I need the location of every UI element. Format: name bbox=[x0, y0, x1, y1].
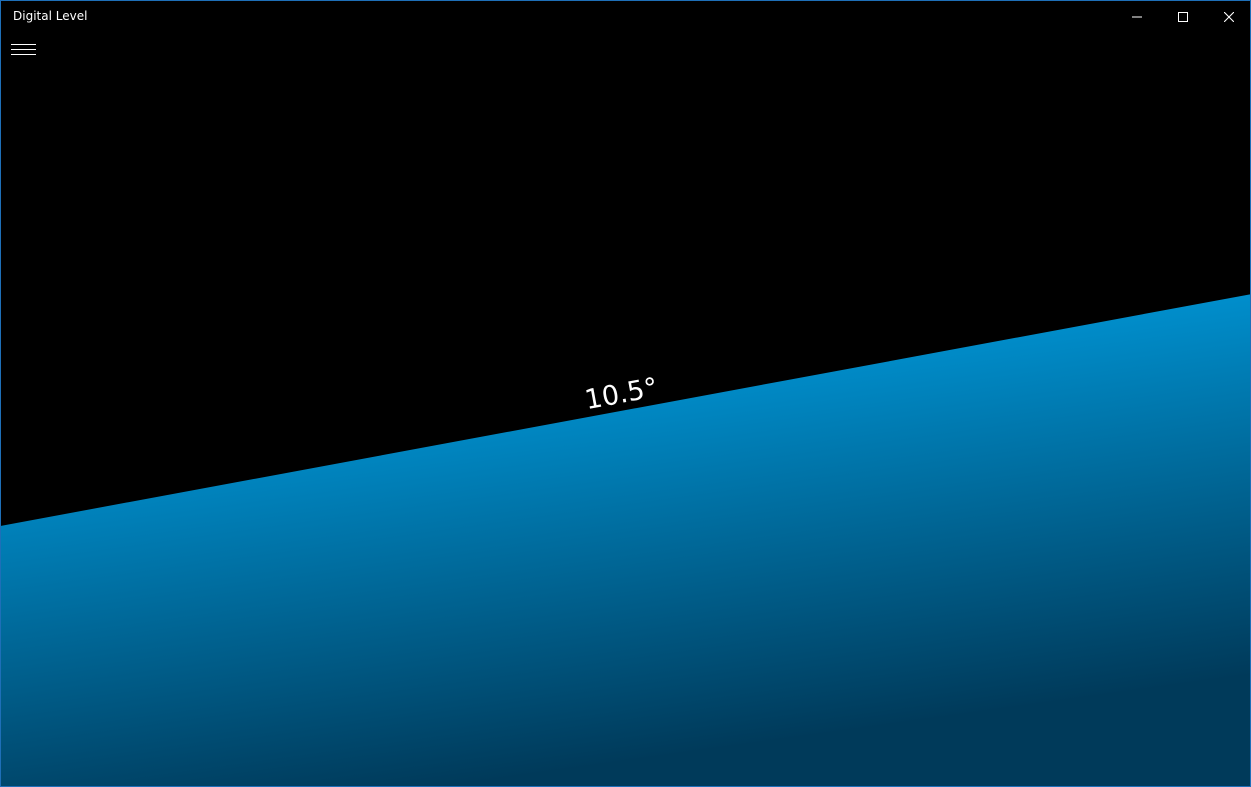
app-window: 10.5° Digital Level bbox=[0, 0, 1251, 787]
close-button[interactable] bbox=[1206, 1, 1250, 32]
maximize-button[interactable] bbox=[1160, 1, 1206, 32]
level-display: 10.5° bbox=[1, 1, 1250, 786]
level-graphic: 10.5° bbox=[1, 1, 1250, 786]
hamburger-icon bbox=[10, 44, 36, 55]
maximize-icon bbox=[1178, 11, 1188, 22]
minimize-icon bbox=[1132, 16, 1142, 17]
close-icon bbox=[1224, 11, 1234, 22]
menu-button[interactable] bbox=[7, 39, 39, 61]
title-bar: Digital Level bbox=[1, 1, 1250, 32]
window-title: Digital Level bbox=[13, 9, 88, 23]
minimize-button[interactable] bbox=[1114, 1, 1160, 32]
